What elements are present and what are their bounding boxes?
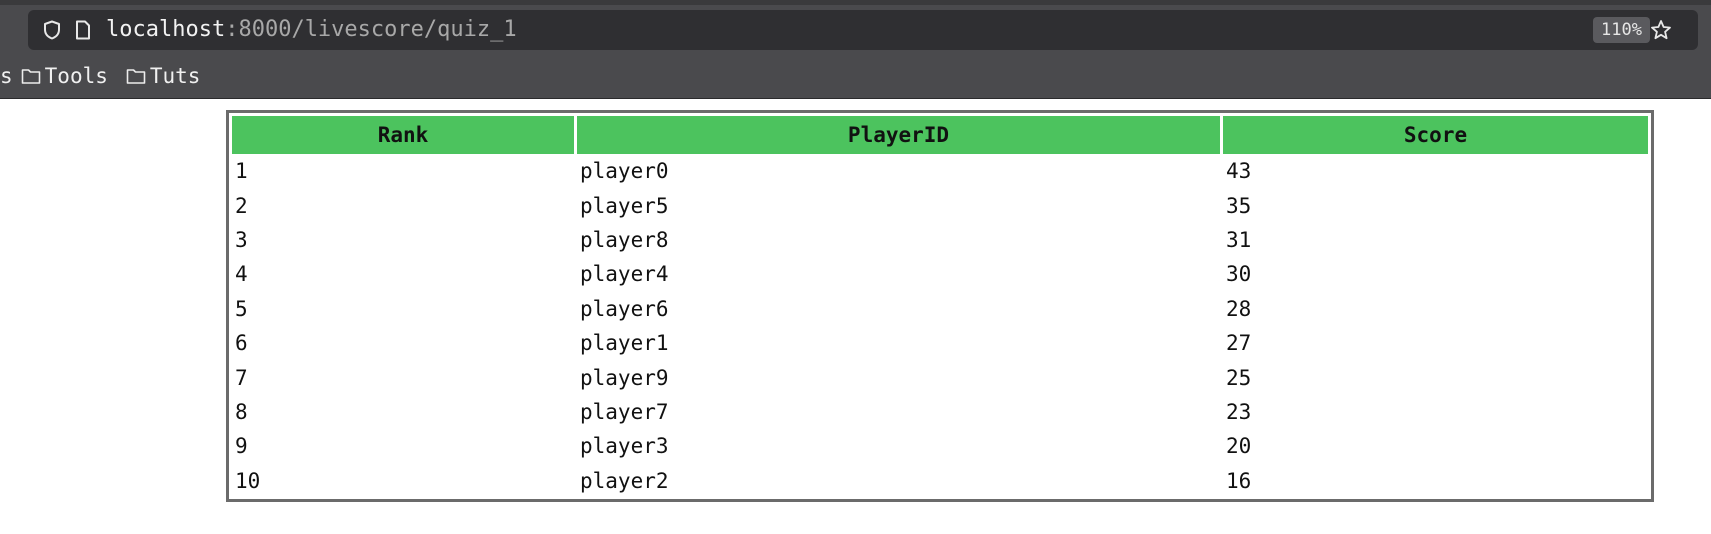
player-cell: player9 (580, 365, 669, 390)
table-row: 10 player2 16 (232, 464, 1648, 498)
player-cell: player4 (580, 262, 669, 287)
rank-cell: 2 (235, 193, 248, 218)
bookmark-folder-tools[interactable]: Tools (21, 64, 108, 88)
rank-cell: 10 (235, 468, 261, 493)
table-row: 9 player3 20 (232, 429, 1648, 463)
score-cell: 20 (1226, 434, 1252, 459)
folder-icon (21, 69, 40, 84)
score-cell: 16 (1226, 468, 1252, 493)
player-cell: player5 (580, 193, 669, 218)
table-row: 3 player8 31 (232, 223, 1648, 257)
table-row: 4 player4 30 (232, 257, 1648, 291)
table-row: 5 player6 28 (232, 292, 1648, 326)
player-cell: player0 (580, 159, 669, 184)
url-bar[interactable]: localhost:8000/livescore/quiz_1 110% (28, 10, 1698, 50)
bookmark-label: Tools (44, 64, 108, 88)
rank-cell: 3 (235, 227, 248, 252)
player-cell: player2 (580, 468, 669, 493)
bookmarks-bar: s Tools Tuts (0, 58, 1711, 94)
leaderboard-container: Rank PlayerID Score 1 player0 43 2 playe… (226, 110, 1654, 502)
score-cell: 43 (1226, 159, 1252, 184)
rank-cell: 9 (235, 434, 248, 459)
url-host: localhost (106, 17, 226, 42)
bookmark-label: s (0, 64, 13, 88)
rank-cell: 8 (235, 399, 248, 424)
score-cell: 28 (1226, 296, 1252, 321)
score-cell: 27 (1226, 331, 1252, 356)
player-cell: player1 (580, 331, 669, 356)
rank-cell: 6 (235, 331, 248, 356)
column-header-rank: Rank (232, 116, 577, 154)
table-row: 6 player1 27 (232, 326, 1648, 360)
tab-strip-edge (0, 0, 1711, 5)
browser-toolbar: localhost:8000/livescore/quiz_1 110% s T… (0, 0, 1711, 99)
bookmark-label: Tuts (149, 64, 201, 88)
score-cell: 30 (1226, 262, 1252, 287)
player-cell: player6 (580, 296, 669, 321)
rank-cell: 7 (235, 365, 248, 390)
star-icon[interactable] (1646, 10, 1676, 50)
player-cell: player7 (580, 399, 669, 424)
rank-cell: 5 (235, 296, 248, 321)
player-cell: player8 (580, 227, 669, 252)
column-header-score: Score (1223, 116, 1648, 154)
url-path: :8000/livescore/quiz_1 (225, 17, 517, 42)
table-row: 7 player9 25 (232, 360, 1648, 394)
rank-cell: 1 (235, 159, 248, 184)
table-row: 2 player5 35 (232, 188, 1648, 222)
score-cell: 23 (1226, 399, 1252, 424)
rank-cell: 4 (235, 262, 248, 287)
column-header-playerid: PlayerID (577, 116, 1223, 154)
table-body: 1 player0 43 2 player5 35 3 player8 31 4… (232, 154, 1648, 498)
shield-icon[interactable] (38, 10, 66, 50)
score-cell: 31 (1226, 227, 1252, 252)
leaderboard-table: Rank PlayerID Score 1 player0 43 2 playe… (232, 116, 1648, 498)
folder-icon (126, 69, 146, 84)
score-cell: 35 (1226, 193, 1252, 218)
table-row: 1 player0 43 (232, 154, 1648, 188)
player-cell: player3 (580, 434, 669, 459)
bookmark-folder-tuts[interactable]: Tuts (126, 64, 201, 88)
score-cell: 25 (1226, 365, 1252, 390)
page-icon[interactable] (70, 10, 96, 50)
url-text[interactable]: localhost:8000/livescore/quiz_1 (106, 10, 517, 50)
table-row: 8 player7 23 (232, 395, 1648, 429)
zoom-level-button[interactable]: 110% (1593, 17, 1650, 43)
table-header-row: Rank PlayerID Score (232, 116, 1648, 154)
bookmark-item-partial[interactable]: s (0, 64, 13, 88)
